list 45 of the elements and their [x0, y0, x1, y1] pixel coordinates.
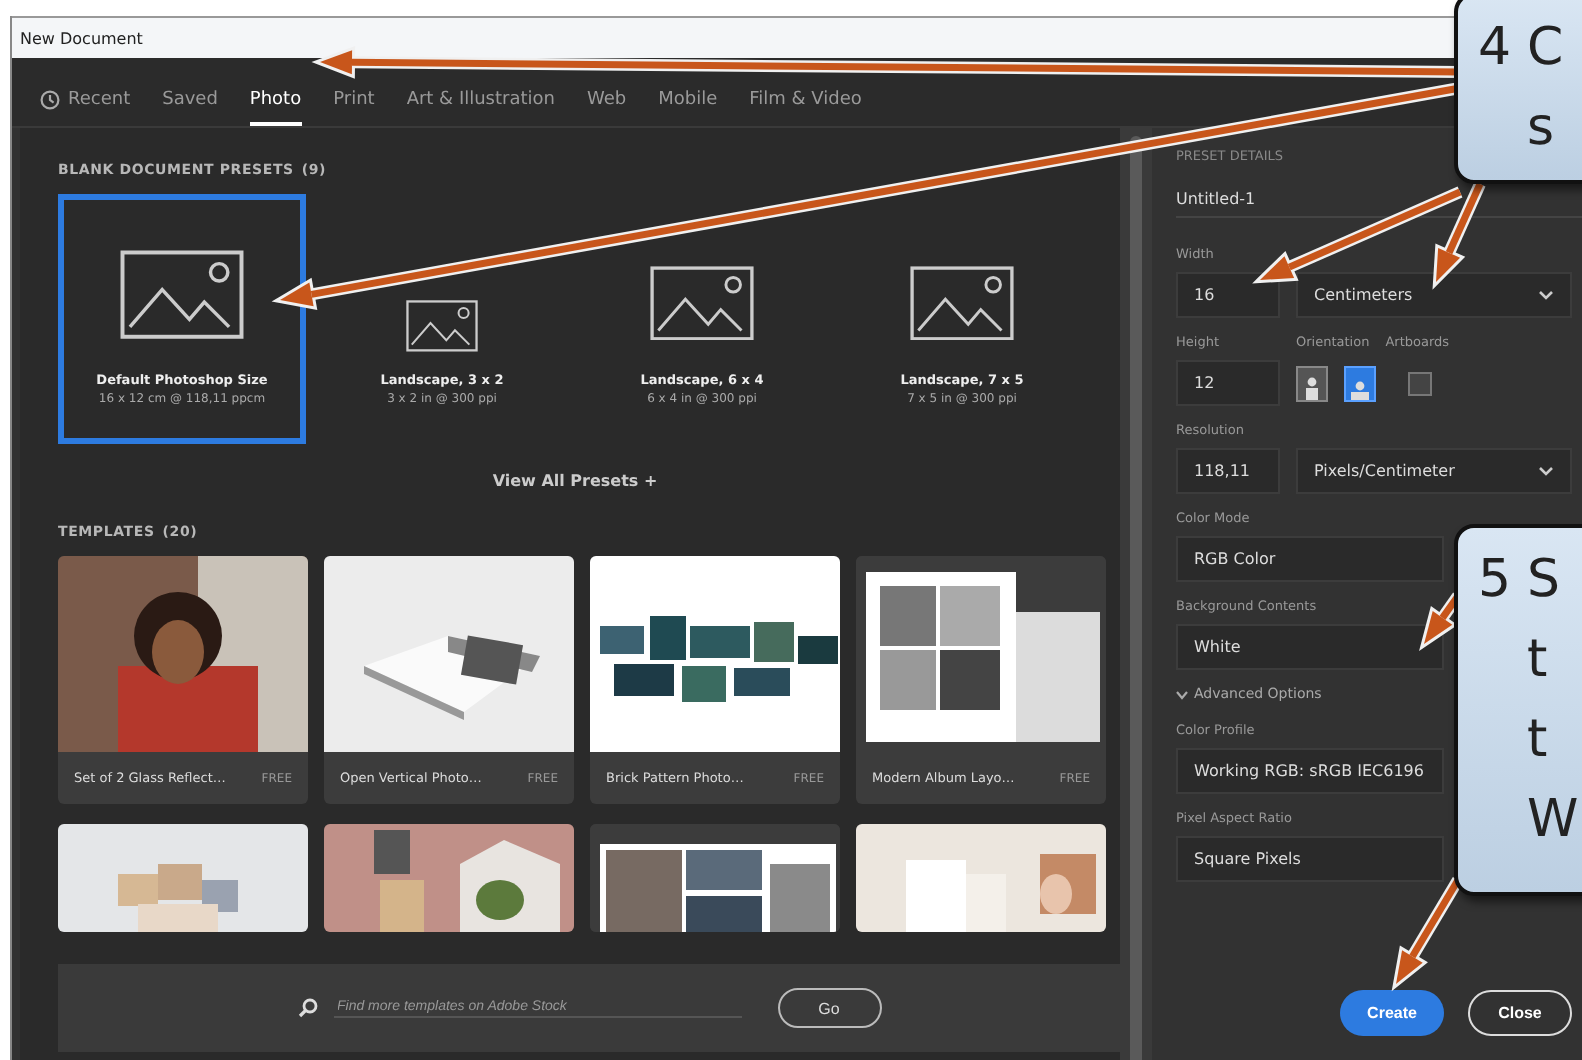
close-button[interactable]: Close [1468, 990, 1572, 1036]
chevron-icon [1176, 689, 1188, 699]
view-all-link[interactable]: View All Presets + [492, 472, 658, 490]
image-icon [406, 300, 478, 352]
go-button[interactable]: Go [777, 988, 881, 1028]
chevron-down-icon [1538, 290, 1554, 300]
chevron-down-icon [1538, 466, 1554, 476]
tab[interactable]: Film & Video [749, 78, 862, 126]
tab[interactable]: Saved [162, 78, 218, 126]
callout-text: t [1527, 708, 1548, 774]
callout-text: S [1527, 548, 1561, 614]
image-icon [120, 250, 244, 340]
image-icon [910, 265, 1014, 340]
scrollbar[interactable] [1130, 136, 1142, 1060]
callout-text: C [1527, 16, 1564, 82]
image-icon [650, 265, 754, 340]
create-button[interactable]: Create [1340, 990, 1444, 1036]
height-field[interactable]: 12 [1176, 360, 1280, 406]
orientation-button[interactable] [1344, 365, 1376, 401]
dropdown[interactable]: White [1176, 624, 1444, 670]
search-icon [297, 998, 317, 1018]
dropdown[interactable]: RGB Color [1176, 536, 1444, 582]
clock-icon [40, 90, 60, 110]
callout-text: s [1527, 96, 1555, 162]
tab[interactable]: Art & Illustration [406, 78, 555, 126]
tab[interactable]: Print [333, 78, 375, 126]
callout-text: W [1527, 788, 1579, 854]
person-icon [1350, 379, 1370, 399]
tab[interactable]: Web [586, 78, 627, 126]
tab[interactable]: Recent [40, 78, 131, 126]
step-number: 5 [1478, 548, 1512, 614]
dropdown[interactable]: Square Pixels [1176, 836, 1444, 882]
callout-text: t [1527, 628, 1548, 694]
unit-dropdown[interactable]: Pixels/Centimeter [1296, 448, 1572, 494]
unit-dropdown[interactable]: Centimeters [1296, 272, 1572, 318]
step-number: 4 [1478, 16, 1512, 82]
resolution-field[interactable]: 118,11 [1176, 448, 1280, 494]
window-title: New Document [20, 29, 143, 47]
document-name-field[interactable]: Untitled-1 [1176, 180, 1256, 216]
checkbox[interactable] [1408, 371, 1432, 395]
dropdown[interactable]: Working RGB: sRGB IEC6196 [1176, 748, 1444, 794]
tab[interactable]: Mobile [658, 78, 718, 126]
width-field[interactable]: 16 [1176, 272, 1280, 318]
person-icon [1304, 375, 1320, 399]
orientation-button[interactable] [1296, 365, 1328, 401]
